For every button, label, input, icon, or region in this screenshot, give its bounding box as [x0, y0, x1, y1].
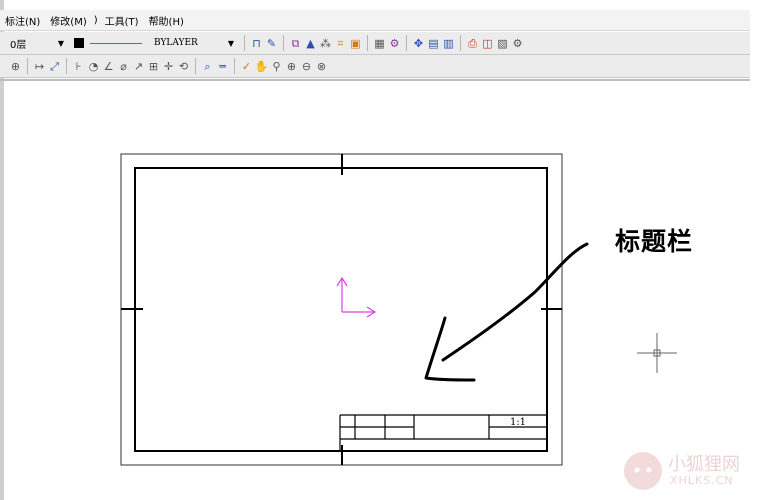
- crosshair-cursor-icon: [637, 333, 677, 373]
- annotation-arrow: [424, 242, 589, 382]
- sheet-inner-border: [134, 167, 548, 452]
- fox-logo-icon: [624, 452, 662, 490]
- ucs-icon: [336, 276, 377, 318]
- watermark-title: 小狐狸网: [668, 454, 740, 475]
- watermark-subtitle: XHLKS.CN: [670, 474, 734, 487]
- watermark: 小狐狸网 XHLKS.CN: [620, 448, 756, 494]
- scale-label: 1:1: [510, 417, 526, 428]
- annotation-label: 标题栏: [615, 227, 694, 256]
